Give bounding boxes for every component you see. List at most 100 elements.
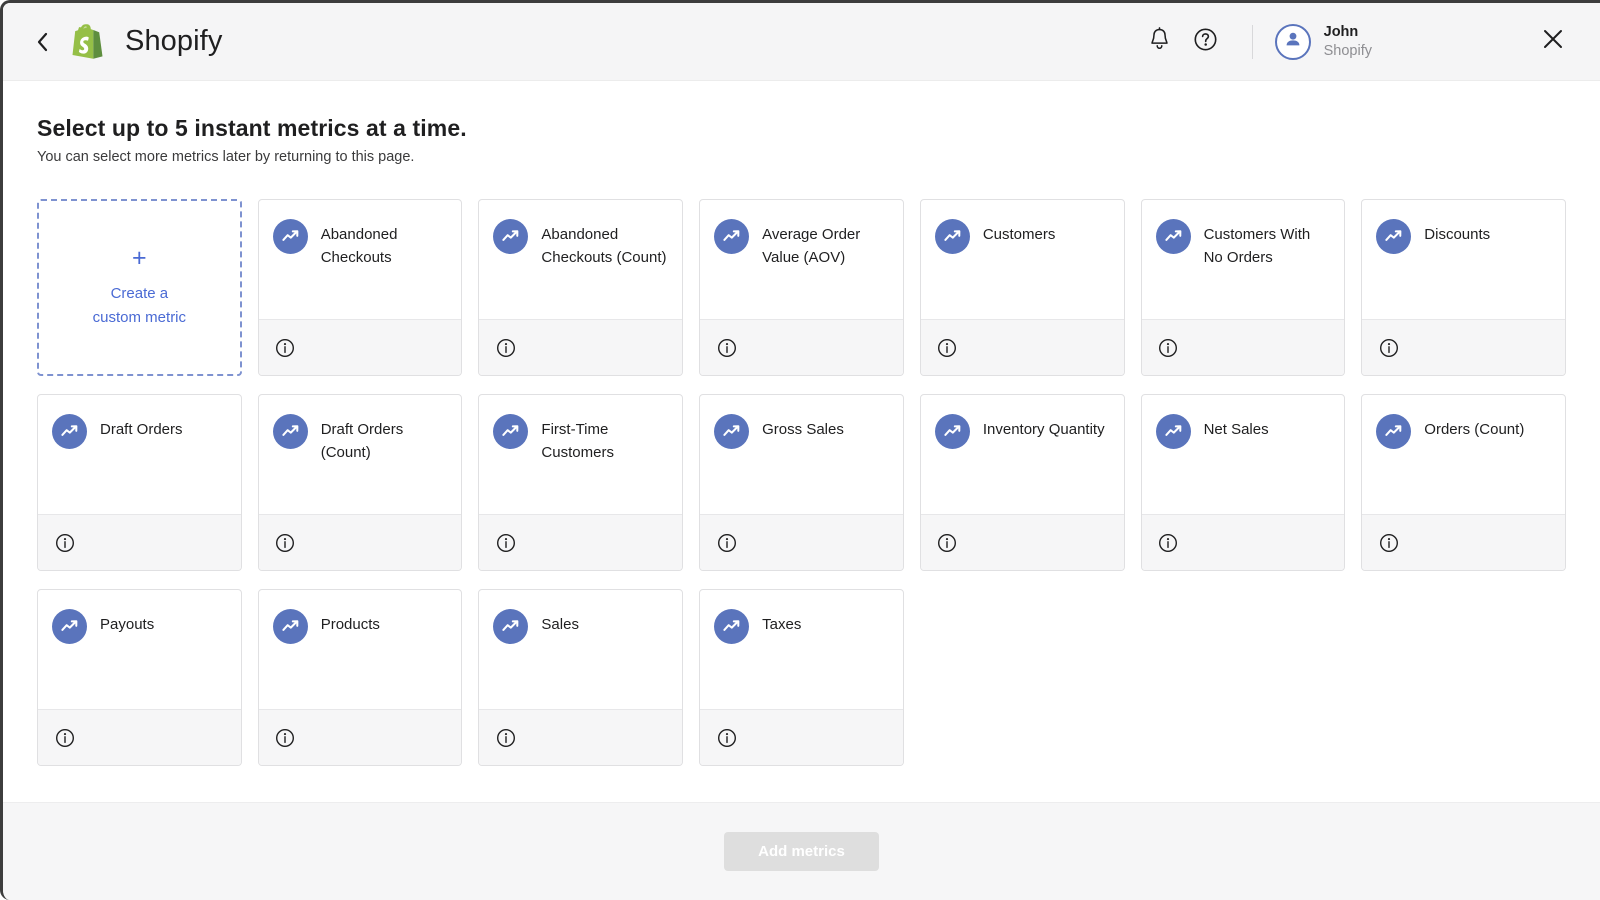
metric-card[interactable]: Abandoned Checkouts (Count) bbox=[478, 199, 683, 376]
metric-card-label: Abandoned Checkouts bbox=[321, 218, 448, 270]
metric-card-label: First-Time Customers bbox=[541, 413, 668, 465]
metric-card-footer bbox=[259, 319, 462, 375]
metric-card-header: Payouts bbox=[38, 590, 241, 709]
metric-card-footer bbox=[1142, 319, 1345, 375]
info-icon[interactable] bbox=[1158, 532, 1179, 553]
notifications-button[interactable] bbox=[1140, 22, 1180, 62]
app-title: Shopify bbox=[125, 25, 222, 58]
metric-card[interactable]: Payouts bbox=[37, 589, 242, 766]
metric-card[interactable]: Draft Orders (Count) bbox=[258, 394, 463, 571]
metric-card-label: Products bbox=[321, 608, 380, 636]
trending-up-icon bbox=[1376, 219, 1411, 254]
metric-card-footer bbox=[38, 514, 241, 570]
user-store: Shopify bbox=[1324, 42, 1372, 60]
user-info: John Shopify bbox=[1324, 23, 1372, 59]
trending-up-icon bbox=[273, 414, 308, 449]
metric-card-header: Draft Orders bbox=[38, 395, 241, 514]
trending-up-icon bbox=[273, 219, 308, 254]
metric-card[interactable]: Net Sales bbox=[1141, 394, 1346, 571]
trending-up-icon bbox=[935, 219, 970, 254]
metric-card[interactable]: Average Order Value (AOV) bbox=[699, 199, 904, 376]
metric-card[interactable]: Inventory Quantity bbox=[920, 394, 1125, 571]
close-icon bbox=[1541, 27, 1565, 56]
metric-card-footer bbox=[259, 709, 462, 765]
trending-up-icon bbox=[273, 609, 308, 644]
metric-card-footer bbox=[259, 514, 462, 570]
metric-card-header: Draft Orders (Count) bbox=[259, 395, 462, 514]
metric-card-label: Payouts bbox=[100, 608, 154, 636]
trending-up-icon bbox=[714, 414, 749, 449]
close-button[interactable] bbox=[1532, 21, 1574, 63]
metric-card-header: Orders (Count) bbox=[1362, 395, 1565, 514]
trending-up-icon bbox=[52, 609, 87, 644]
info-icon[interactable] bbox=[716, 337, 737, 358]
info-icon[interactable] bbox=[495, 532, 516, 553]
trending-up-icon bbox=[493, 609, 528, 644]
metric-card[interactable]: Products bbox=[258, 589, 463, 766]
metric-card-footer bbox=[1362, 319, 1565, 375]
metric-card[interactable]: Orders (Count) bbox=[1361, 394, 1566, 571]
info-icon[interactable] bbox=[54, 727, 75, 748]
metric-card-header: Abandoned Checkouts bbox=[259, 200, 462, 319]
metric-card-header: Taxes bbox=[700, 590, 903, 709]
metric-card[interactable]: Taxes bbox=[699, 589, 904, 766]
back-button[interactable] bbox=[25, 25, 59, 59]
metric-card[interactable]: Sales bbox=[478, 589, 683, 766]
metric-card-header: Customers bbox=[921, 200, 1124, 319]
plus-icon: + bbox=[132, 246, 147, 271]
user-menu[interactable]: John Shopify bbox=[1275, 23, 1372, 59]
avatar bbox=[1275, 24, 1311, 60]
create-custom-metric-card[interactable]: + Create a custom metric bbox=[37, 199, 242, 376]
chevron-left-icon bbox=[36, 32, 49, 52]
metric-card-footer bbox=[1362, 514, 1565, 570]
metric-card-label: Sales bbox=[541, 608, 579, 636]
info-icon[interactable] bbox=[54, 532, 75, 553]
metric-card-footer bbox=[38, 709, 241, 765]
info-icon[interactable] bbox=[495, 727, 516, 748]
shopify-bag-logo bbox=[69, 21, 107, 63]
metric-card[interactable]: Customers With No Orders bbox=[1141, 199, 1346, 376]
metric-card-header: Gross Sales bbox=[700, 395, 903, 514]
info-icon[interactable] bbox=[275, 337, 296, 358]
metric-card[interactable]: Customers bbox=[920, 199, 1125, 376]
metric-card-label: Net Sales bbox=[1204, 413, 1269, 441]
info-icon[interactable] bbox=[1378, 532, 1399, 553]
create-custom-metric-label-line2: custom metric bbox=[93, 309, 186, 326]
user-name: John bbox=[1324, 23, 1372, 41]
metric-card-label: Draft Orders (Count) bbox=[321, 413, 448, 465]
help-button[interactable] bbox=[1186, 22, 1226, 62]
trending-up-icon bbox=[1376, 414, 1411, 449]
metric-card[interactable]: First-Time Customers bbox=[478, 394, 683, 571]
metric-card-label: Draft Orders bbox=[100, 413, 183, 441]
metric-card-footer bbox=[479, 514, 682, 570]
add-metrics-button[interactable]: Add metrics bbox=[724, 832, 879, 871]
metric-card-header: Sales bbox=[479, 590, 682, 709]
trending-up-icon bbox=[714, 219, 749, 254]
metric-card-label: Inventory Quantity bbox=[983, 413, 1105, 441]
metric-card[interactable]: Abandoned Checkouts bbox=[258, 199, 463, 376]
question-circle-icon bbox=[1193, 27, 1218, 57]
app-window: Shopify bbox=[0, 0, 1600, 900]
metric-card[interactable]: Gross Sales bbox=[699, 394, 904, 571]
metric-card-header: Products bbox=[259, 590, 462, 709]
metric-card-label: Taxes bbox=[762, 608, 801, 636]
info-icon[interactable] bbox=[1158, 337, 1179, 358]
info-icon[interactable] bbox=[716, 727, 737, 748]
metric-card-header: Discounts bbox=[1362, 200, 1565, 319]
action-footer: Add metrics bbox=[3, 802, 1600, 900]
metric-card[interactable]: Draft Orders bbox=[37, 394, 242, 571]
metric-card-footer bbox=[700, 709, 903, 765]
info-icon[interactable] bbox=[275, 532, 296, 553]
info-icon[interactable] bbox=[495, 337, 516, 358]
metric-card-footer bbox=[1142, 514, 1345, 570]
metric-card-label: Orders (Count) bbox=[1424, 413, 1524, 441]
info-icon[interactable] bbox=[937, 532, 958, 553]
info-icon[interactable] bbox=[275, 727, 296, 748]
metric-card[interactable]: Discounts bbox=[1361, 199, 1566, 376]
metric-card-label: Abandoned Checkouts (Count) bbox=[541, 218, 668, 270]
info-icon[interactable] bbox=[716, 532, 737, 553]
trending-up-icon bbox=[714, 609, 749, 644]
info-icon[interactable] bbox=[1378, 337, 1399, 358]
bell-icon bbox=[1149, 27, 1170, 56]
info-icon[interactable] bbox=[937, 337, 958, 358]
